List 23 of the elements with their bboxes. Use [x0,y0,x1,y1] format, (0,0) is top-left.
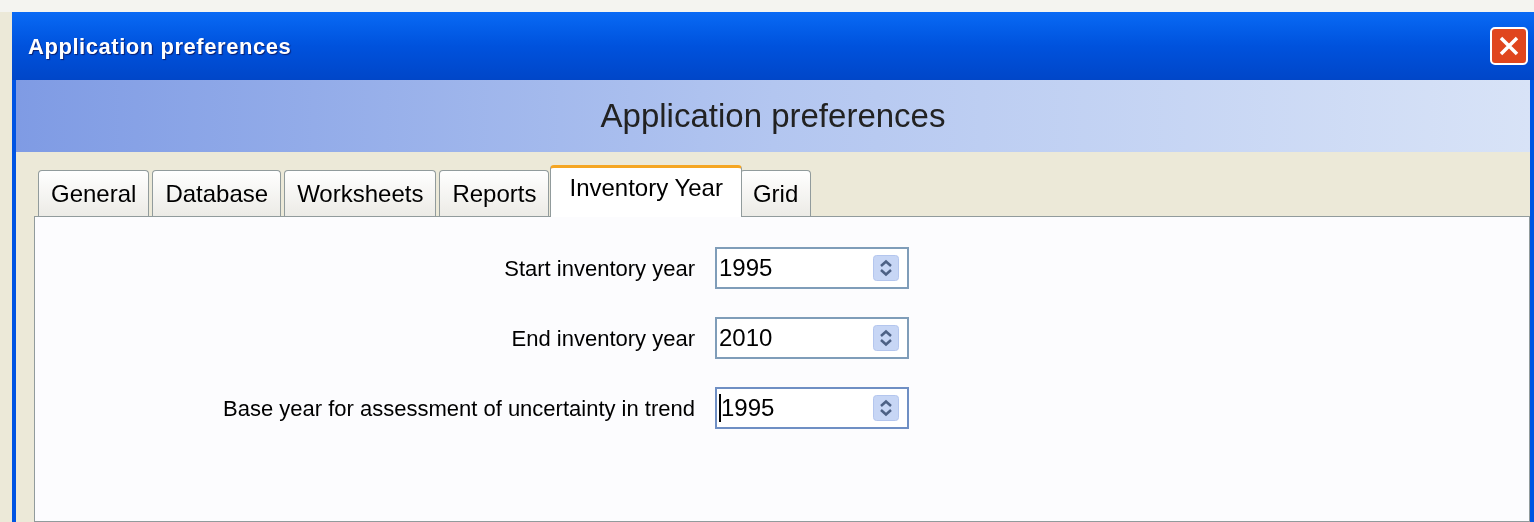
tab[interactable]: Grid [739,170,812,216]
tab[interactable]: Worksheets [284,170,437,216]
spinner-icon[interactable] [873,395,899,421]
year-spinner[interactable]: 1995 [715,387,909,429]
year-spinner[interactable]: 1995 [715,247,909,289]
field-label: Start inventory year [503,254,696,283]
spinner-value: 1995 [719,253,773,283]
field-label: Base year for assessment of uncertainty in trend [222,394,696,423]
close-button[interactable] [1490,27,1528,65]
spinner-icon[interactable] [873,255,899,281]
spinner-icon[interactable] [873,325,899,351]
field-label: End inventory year [510,324,696,353]
tab[interactable]: Inventory Year [550,165,742,217]
spinner-value: 1995 [721,393,775,423]
text-cursor [719,394,721,422]
close-icon [1498,35,1520,57]
tab[interactable]: Database [152,170,282,216]
spinner-value: 2010 [719,323,773,353]
window-title: Application preferences [28,32,292,61]
year-spinner[interactable]: 2010 [715,317,909,359]
tab[interactable]: General [38,170,150,216]
tab[interactable]: Reports [439,170,550,216]
header-title: Application preferences [600,96,946,137]
